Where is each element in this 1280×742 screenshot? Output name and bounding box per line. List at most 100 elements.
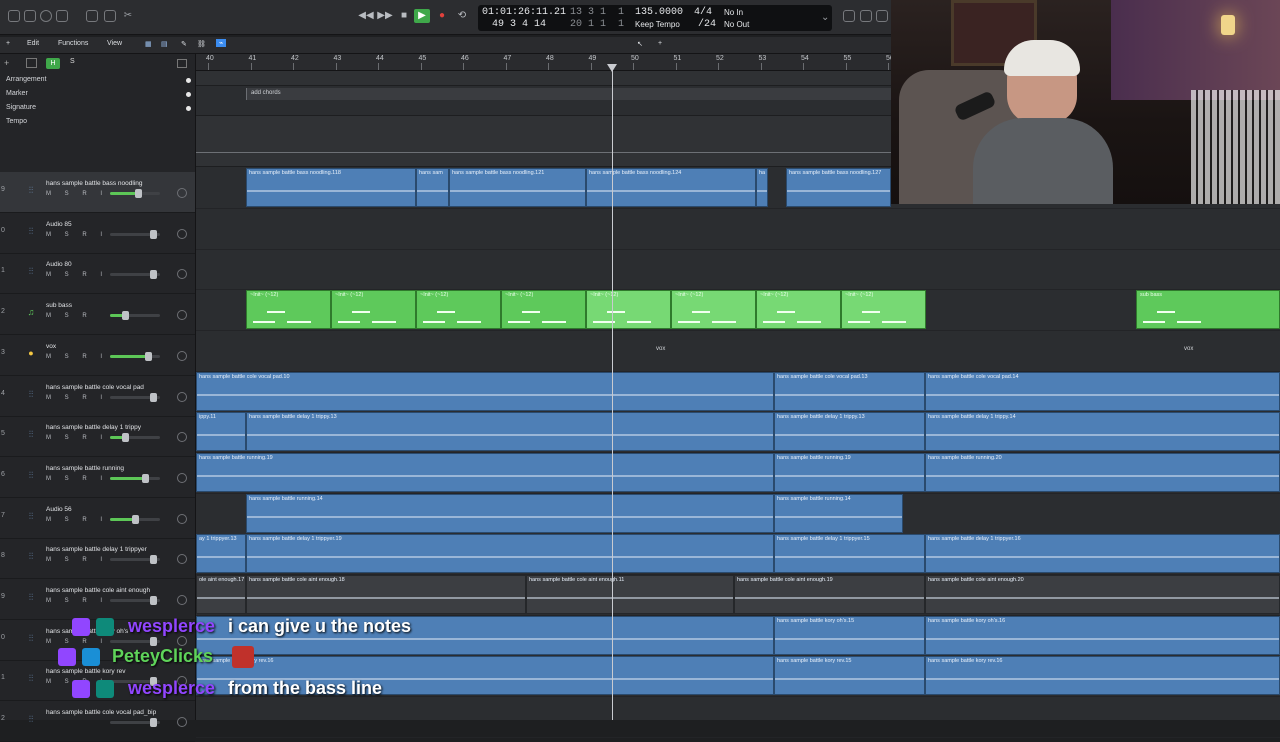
audio-region[interactable]: hans sample battle delay 1 trippy.13 <box>246 412 774 452</box>
pan-knob[interactable] <box>177 554 187 565</box>
pan-knob[interactable] <box>177 717 187 728</box>
audio-region[interactable]: ippy.11 <box>196 412 246 452</box>
midi-region[interactable]: sub bass <box>1136 290 1280 330</box>
audio-region[interactable]: hans sample battle kory oh's.16 <box>925 615 1280 655</box>
track-buttons[interactable]: M S R I <box>46 354 108 360</box>
track-header[interactable]: 9 ⫶⫶ hans sample battle bass noodling M S R… <box>0 172 195 213</box>
fader-knob[interactable] <box>150 229 157 239</box>
s-button[interactable]: S <box>70 58 75 65</box>
track-header[interactable]: 2 ♫ sub bass M S R <box>0 294 195 336</box>
snap-icon[interactable]: ⌁ <box>216 39 227 47</box>
audio-region[interactable]: hans sample battle running.14 <box>246 493 774 533</box>
track-header[interactable]: 7 ⫶⫶ Audio 56 M S R I <box>0 498 195 539</box>
playhead[interactable] <box>612 66 613 720</box>
global-track-arrangement[interactable]: Arrangement <box>6 76 46 83</box>
audio-region[interactable]: hans sample battle delay 1 trippy.13 <box>774 412 925 452</box>
global-track-tempo[interactable]: Tempo <box>6 118 27 125</box>
track-header[interactable]: 5 ⫶⫶ hans sample battle delay 1 trippy M S … <box>0 416 195 458</box>
browser-icon[interactable] <box>876 10 888 22</box>
arrangement-lane[interactable] <box>196 71 891 86</box>
audio-region[interactable]: ole aint enough.17 <box>196 575 246 614</box>
track-name[interactable]: hans sample battle delay 1 trippy <box>46 424 141 431</box>
audio-region[interactable]: hans sample battle cole vocal pad.13 <box>774 371 925 411</box>
global-track-signature[interactable]: Signature <box>6 104 36 111</box>
track-name[interactable]: Audio 85 <box>46 221 72 228</box>
signature-dot[interactable] <box>186 106 191 111</box>
fader-knob[interactable] <box>122 433 129 443</box>
duplicate-track-icon[interactable] <box>26 58 37 68</box>
bar-ruler[interactable]: 40 41 42 43 44 45 46 47 48 49 50 51 52 53 54 55 56 <box>196 54 894 71</box>
audio-region[interactable]: hans sample battle delay 1 trippy.14 <box>925 412 1280 452</box>
track-header[interactable]: 3 ● vox M S R I <box>0 335 195 376</box>
fader-knob[interactable] <box>150 555 157 565</box>
track-buttons[interactable]: M S R I <box>46 272 108 278</box>
record-button[interactable]: ● <box>434 9 450 23</box>
arrangement-dot[interactable] <box>186 78 191 83</box>
view-menu[interactable]: View <box>107 40 122 47</box>
fader-knob[interactable] <box>142 473 149 483</box>
mixer-icon[interactable] <box>104 10 116 22</box>
track-lane[interactable]: hans sample battle cole vocal pad.10 hans… <box>196 371 1280 413</box>
track-name[interactable]: hans sample battle kory rev <box>46 668 125 675</box>
audio-region[interactable]: hans sample battle bass noodling.118 <box>246 168 416 207</box>
midi-region[interactable]: ~Init~ (~12) <box>586 290 671 330</box>
track-lane[interactable] <box>196 249 1280 291</box>
audio-region[interactable]: hans sample battle cole aint enough.11 <box>526 575 734 614</box>
volume-fader[interactable] <box>110 473 160 483</box>
track-header[interactable]: 2 ⫶⫶ hans sample battle cole vocal pad_bip <box>0 701 195 742</box>
track-header[interactable]: 1 ⫶⫶ Audio 80 M S R I <box>0 253 195 295</box>
global-tracks-icon[interactable] <box>177 59 187 68</box>
smart-controls-icon[interactable] <box>86 10 98 22</box>
track-buttons[interactable]: M S R I <box>46 476 108 482</box>
pan-knob[interactable] <box>177 472 187 483</box>
track-name[interactable]: Audio 80 <box>46 261 72 268</box>
midi-region[interactable]: ~Init~ (~12) <box>416 290 501 330</box>
volume-fader[interactable] <box>110 433 160 443</box>
audio-region[interactable]: hans sample battle kory rev.16 <box>925 656 1280 696</box>
audio-region[interactable]: hans sample battle cole vocal pad.10 <box>196 371 774 411</box>
cycle-icon[interactable]: ⟲ <box>454 9 470 23</box>
volume-fader[interactable] <box>110 514 160 524</box>
audio-region[interactable]: hans sample battle running.19 <box>774 452 925 492</box>
fader-knob[interactable] <box>150 718 157 728</box>
track-lane[interactable]: hans sample battle running.14 hans sample… <box>196 493 1280 535</box>
pointer-tool-icon[interactable]: ↖ <box>637 40 643 48</box>
toolbar-icon[interactable] <box>56 10 68 22</box>
volume-fader[interactable] <box>110 636 160 646</box>
audio-region[interactable]: hans sample battle running.14 <box>774 493 903 533</box>
audio-region[interactable]: hans sample battle cole aint enough.18 <box>246 575 526 614</box>
chevron-down-icon[interactable]: ⌄ <box>821 13 829 24</box>
track-name[interactable]: hans sample battle cole vocal pad_bip <box>46 709 156 716</box>
track-lane[interactable]: vox vox <box>196 331 1280 372</box>
track-header[interactable]: 0 ⫶⫶ Audio 85 M S R I <box>0 213 195 254</box>
track-buttons[interactable]: M S R I <box>46 435 108 441</box>
pan-knob[interactable] <box>177 350 187 361</box>
volume-fader[interactable] <box>110 596 160 605</box>
audio-region[interactable]: hans sample battle running.20 <box>925 452 1280 492</box>
audio-region[interactable]: hans sample battle delay 1 trippyer.19 <box>246 534 774 574</box>
track-lane[interactable]: ay 1 trippyer.13 hans sample battle delay… <box>196 534 1280 576</box>
fader-knob[interactable] <box>134 189 142 198</box>
volume-fader[interactable] <box>110 270 160 280</box>
edit-menu[interactable]: Edit <box>27 40 39 47</box>
audio-region[interactable]: hans sample battle cole aint enough.19 <box>734 575 925 614</box>
track-lane[interactable]: ~Init~ (~12) ~Init~ (~12) ~Init~ (~12) ~Ini… <box>196 290 1280 332</box>
plus-tool-icon[interactable]: + <box>658 40 662 47</box>
midi-region[interactable]: ~Init~ (~12) <box>246 290 331 330</box>
track-name[interactable]: hans sample battle bass noodling <box>46 180 142 187</box>
track-name[interactable]: hans sample battle delay 1 trippyer <box>46 546 147 553</box>
plus-icon[interactable]: + <box>6 40 10 47</box>
global-track-marker[interactable]: Marker <box>6 90 28 97</box>
audio-region[interactable]: hans sample battle running.19 <box>196 452 774 492</box>
volume-fader[interactable] <box>110 311 160 321</box>
track-header[interactable]: 9 ⫶⫶ hans sample battle cole aint enough M … <box>0 579 195 620</box>
volume-fader[interactable] <box>110 555 160 565</box>
track-lane[interactable]: hans sample battle running.19 hans sample… <box>196 452 1280 494</box>
track-buttons[interactable]: M S R I <box>46 395 108 401</box>
track-name[interactable]: vox <box>46 343 56 350</box>
volume-fader[interactable] <box>110 718 160 728</box>
rewind-button[interactable]: ◀◀ <box>358 9 374 23</box>
track-lane[interactable]: ole aint enough.17 hans sample battle col… <box>196 575 1280 616</box>
midi-region[interactable]: ~Init~ (~12) <box>841 290 926 330</box>
fader-knob[interactable] <box>122 311 129 321</box>
